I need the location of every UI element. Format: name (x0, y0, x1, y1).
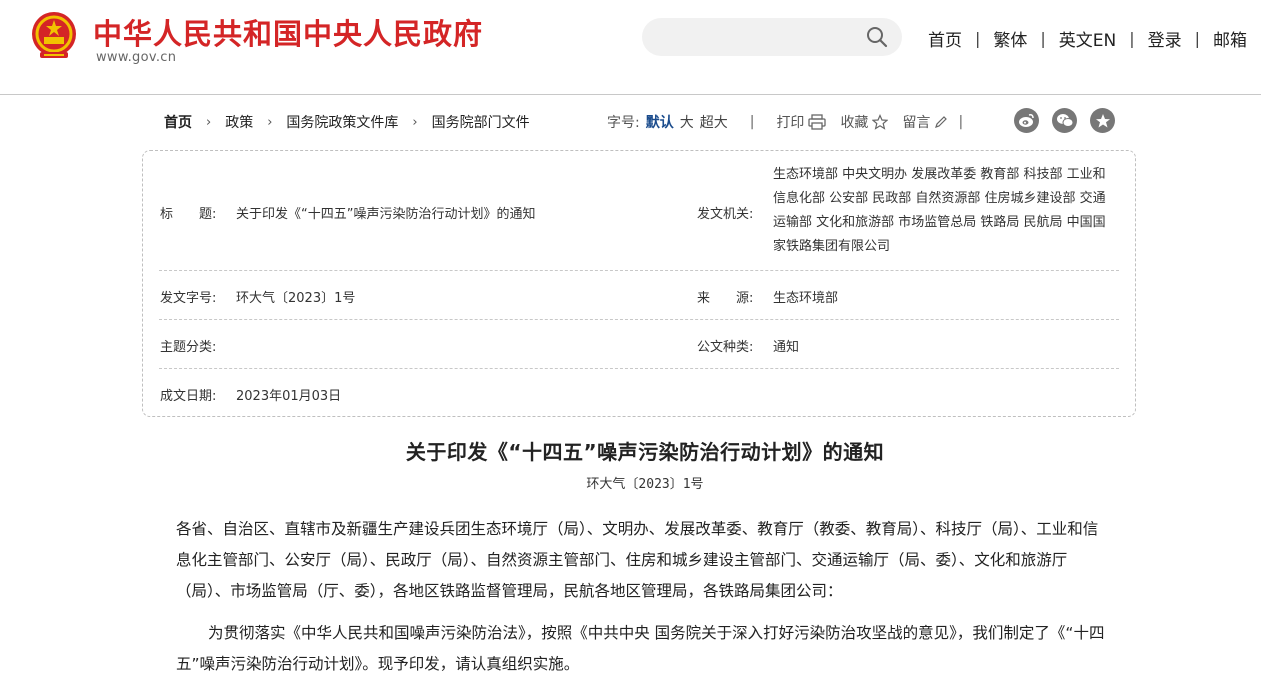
toolbar-separator: | (749, 114, 755, 130)
breadcrumb-policy[interactable]: 政策 (225, 112, 253, 132)
print-icon (808, 114, 827, 130)
print-button[interactable]: 打印 (776, 112, 827, 132)
breadcrumb-department-files[interactable]: 国务院部门文件 (432, 112, 530, 132)
chevron-right-icon: › (412, 114, 418, 130)
nav-mail[interactable]: 邮箱 (1213, 26, 1247, 51)
pencil-icon (935, 116, 948, 128)
print-label: 打印 (776, 115, 805, 131)
chevron-right-icon: › (267, 114, 273, 130)
font-size-default[interactable]: 默认 (646, 112, 674, 132)
page-toolbar: 字号: 默认 大 超大 | 打印 收藏 留言 | (607, 112, 963, 132)
site-domain: www.gov.cn (96, 50, 177, 65)
font-size-label: 字号: (607, 115, 640, 131)
nav-login[interactable]: 登录 (1148, 26, 1182, 51)
document-title: 关于印发《“十四五”噪声污染防治行动计划》的通知 (405, 440, 885, 464)
nav-separator: | (975, 29, 981, 48)
font-size-xlarge[interactable]: 超大 (700, 112, 728, 132)
site-header: 中华人民共和国中央人民政府 www.gov.cn 首页 | 繁体 | 英文EN … (0, 0, 1261, 95)
document-paragraph: 为贯彻落实《中华人民共和国噪声污染防治法》，按照《中共中央 国务院关于深入打好污… (176, 624, 1105, 673)
breadcrumb-library[interactable]: 国务院政策文件库 (286, 112, 398, 132)
wechat-icon[interactable] (1052, 108, 1077, 133)
topic-label: 主题分类: (160, 340, 217, 355)
top-nav: 首页 | 繁体 | 英文EN | 登录 | 邮箱 (928, 26, 1247, 51)
nav-separator: | (1194, 29, 1201, 48)
title-value: 关于印发《“十四五”噪声污染防治行动计划》的通知 (236, 207, 536, 222)
qzone-icon[interactable] (1090, 108, 1115, 133)
date-value: 2023年01月03日 (236, 389, 342, 404)
divider (159, 270, 1119, 271)
font-size-large[interactable]: 大 (680, 112, 694, 132)
site-title[interactable]: 中华人民共和国中央人民政府 (93, 11, 483, 53)
document-info-panel: 标 题: 关于印发《“十四五”噪声污染防治行动计划》的通知 发文机关: 生态环境… (142, 150, 1136, 417)
date-label: 成文日期: (160, 389, 217, 404)
document-type-label: 公文种类: (697, 340, 754, 355)
divider (159, 368, 1119, 369)
chevron-right-icon: › (206, 114, 212, 130)
nav-english[interactable]: 英文EN (1059, 26, 1116, 51)
issuer-value: 生态环境部 中央文明办 发展改革委 教育部 科技部 工业和信息化部 公安部 民政… (773, 167, 1106, 254)
source-value: 生态环境部 (773, 291, 839, 306)
source-label: 来 源: (697, 291, 754, 306)
star-icon (872, 114, 889, 130)
comment-button[interactable]: 留言 (902, 112, 948, 132)
breadcrumb-home[interactable]: 首页 (164, 112, 192, 132)
nav-traditional[interactable]: 繁体 (993, 26, 1027, 51)
national-emblem-icon[interactable] (30, 10, 78, 62)
nav-home[interactable]: 首页 (928, 26, 962, 51)
document-number: 环大气〔2023〕1号 (586, 477, 704, 492)
search-input[interactable] (642, 18, 902, 56)
favorite-button[interactable]: 收藏 (840, 112, 889, 132)
document-type-value: 通知 (773, 340, 800, 355)
favorite-label: 收藏 (840, 115, 869, 131)
document-addressee: 各省、自治区、直辖市及新疆生产建设兵团生态环境厅（局）、文明办、发展改革委、教育… (176, 520, 1099, 600)
issuer-label: 发文机关: (697, 207, 754, 222)
document-number-value: 环大气〔2023〕1号 (236, 291, 356, 306)
toolbar-separator: | (958, 114, 964, 130)
search-icon[interactable] (866, 26, 888, 48)
nav-separator: | (1040, 29, 1046, 48)
document-number-label: 发文字号: (160, 291, 217, 306)
nav-separator: | (1129, 29, 1135, 48)
breadcrumb: 首页 › 政策 › 国务院政策文件库 › 国务院部门文件 (164, 112, 530, 132)
divider (159, 319, 1119, 320)
weibo-icon[interactable] (1014, 108, 1039, 133)
comment-label: 留言 (902, 115, 931, 131)
title-label: 标 题: (160, 207, 217, 222)
